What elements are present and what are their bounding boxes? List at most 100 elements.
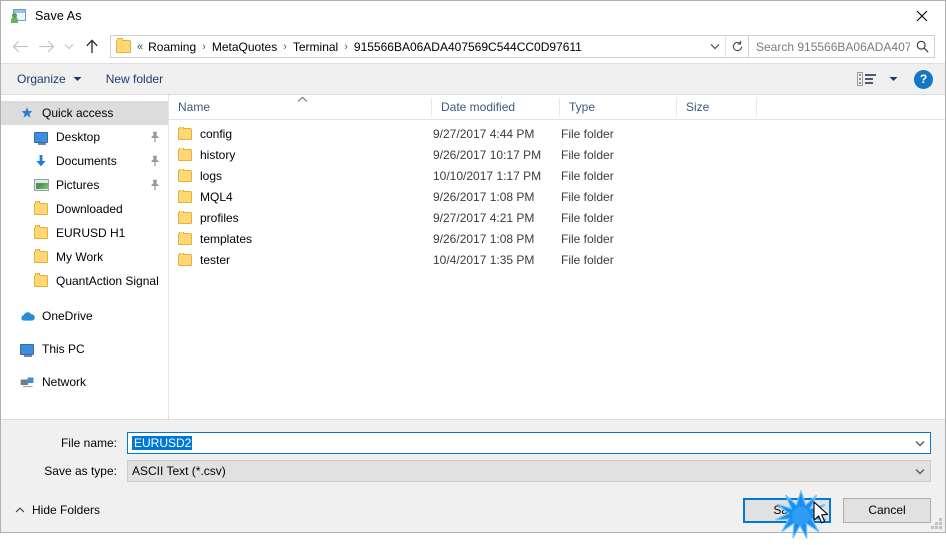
hide-folders-button[interactable]: Hide Folders: [15, 503, 100, 517]
save-as-dialog: Save As « Roaming › MetaQuotes › Termina…: [0, 0, 946, 539]
chevron-down-icon[interactable]: [910, 440, 930, 447]
column-header-label: Name: [178, 100, 211, 114]
save-as-type-label: Save as type:: [44, 464, 117, 478]
file-name-label: logs: [200, 168, 223, 183]
table-row[interactable]: profiles 9/27/2017 4:21 PM File folder: [169, 207, 945, 228]
resize-grip-icon[interactable]: [930, 517, 942, 529]
sidebar-item-documents[interactable]: Documents: [1, 149, 168, 173]
search-icon[interactable]: [910, 40, 934, 53]
close-icon[interactable]: [899, 1, 945, 30]
file-name-value-wrap: EURUSD2: [128, 436, 910, 450]
file-type-cell: File folder: [561, 231, 614, 246]
file-name-cell: MQL4: [169, 189, 432, 204]
breadcrumb-item-1[interactable]: MetaQuotes: [210, 40, 279, 54]
table-row[interactable]: templates 9/26/2017 1:08 PM File folder: [169, 228, 945, 249]
sidebar-item-network[interactable]: Network: [1, 370, 168, 394]
pin-icon[interactable]: [150, 131, 160, 143]
column-header-type[interactable]: Type: [560, 98, 677, 116]
sidebar-item-label: Downloaded: [56, 202, 123, 216]
breadcrumb-item-2[interactable]: Terminal: [291, 40, 340, 54]
breadcrumb-item-0[interactable]: Roaming: [146, 40, 198, 54]
sidebar-item-label: This PC: [42, 342, 85, 356]
recent-locations-chevron-down-icon[interactable]: [59, 34, 79, 60]
breadcrumb-overflow[interactable]: «: [136, 41, 146, 53]
save-label: Save: [773, 503, 801, 517]
save-as-type-select[interactable]: ASCII Text (*.csv): [127, 460, 931, 482]
command-toolbar: Organize New folder ?: [1, 63, 945, 95]
sidebar-item-quick-access[interactable]: Quick access: [1, 101, 168, 125]
sidebar-item-pictures[interactable]: Pictures: [1, 173, 168, 197]
back-arrow-icon[interactable]: [7, 34, 33, 60]
network-icon: [19, 374, 35, 390]
sidebar-item-quantaction-signal[interactable]: QuantAction Signal: [1, 269, 168, 293]
file-name-label: history: [200, 147, 236, 162]
file-name-cell: config: [169, 126, 432, 141]
breadcrumb-separator[interactable]: ›: [198, 41, 210, 53]
forward-arrow-icon[interactable]: [33, 34, 59, 60]
sidebar-item-label: Quick access: [42, 106, 114, 120]
file-name-label: config: [200, 126, 233, 141]
file-name-row: File name: EURUSD2: [15, 432, 931, 454]
file-list-pane: Name Date modified Type Size config 9/27…: [169, 95, 945, 419]
folder-icon: [178, 252, 192, 266]
dialog-body: Quick access Desktop Documents Pictures …: [1, 95, 945, 419]
folder-icon: [178, 231, 192, 245]
breadcrumb-item-3[interactable]: 915566BA06ADA407569C544CC0D97611: [352, 40, 584, 54]
file-date-cell: 9/26/2017 1:08 PM: [433, 231, 535, 246]
sidebar-item-label: Pictures: [56, 178, 100, 192]
table-row[interactable]: MQL4 9/26/2017 1:08 PM File folder: [169, 186, 945, 207]
save-as-type-row: Save as type: ASCII Text (*.csv): [15, 460, 931, 482]
new-folder-label: New folder: [105, 72, 164, 86]
refresh-icon[interactable]: [725, 36, 748, 57]
column-header-size[interactable]: Size: [677, 98, 757, 116]
cloud-icon: [19, 308, 35, 324]
file-name-cell: templates: [169, 231, 432, 246]
up-arrow-icon[interactable]: [79, 34, 105, 60]
desktop-monitor-icon: [33, 129, 49, 145]
sidebar-item-eurusd-h1[interactable]: EURUSD H1: [1, 221, 168, 245]
view-options-icon: [857, 72, 876, 86]
table-row[interactable]: tester 10/4/2017 1:35 PM File folder: [169, 249, 945, 270]
file-name-cell: tester: [169, 252, 432, 267]
search-input[interactable]: Search 915566BA06ADA40756...: [749, 35, 935, 58]
search-placeholder: Search 915566BA06ADA40756...: [756, 39, 910, 54]
table-row[interactable]: config 9/27/2017 4:44 PM File folder: [169, 123, 945, 144]
this-pc-icon: [19, 341, 35, 357]
sidebar-item-label: Desktop: [56, 130, 101, 144]
column-header-name[interactable]: Name: [169, 96, 432, 116]
address-chevron-down-icon[interactable]: [705, 36, 725, 57]
save-button[interactable]: Save: [743, 497, 831, 523]
organize-button[interactable]: Organize: [17, 72, 82, 86]
breadcrumb-separator[interactable]: ›: [340, 41, 352, 53]
sidebar-item-downloaded[interactable]: Downloaded: [1, 197, 168, 221]
caret-down-icon: [889, 76, 898, 82]
help-icon[interactable]: ?: [914, 69, 933, 89]
pin-icon[interactable]: [150, 179, 160, 191]
pin-icon[interactable]: [150, 155, 160, 167]
new-folder-button[interactable]: New folder: [106, 72, 163, 86]
title-bar: Save As: [1, 1, 945, 30]
sidebar-item-desktop[interactable]: Desktop: [1, 125, 168, 149]
column-header-label: Type: [569, 100, 596, 114]
sidebar-item-onedrive[interactable]: OneDrive: [1, 304, 168, 328]
view-options-button[interactable]: [857, 72, 898, 86]
breadcrumb-separator[interactable]: ›: [279, 41, 291, 53]
sidebar-item-my-work[interactable]: My Work: [1, 245, 168, 269]
file-date-cell: 10/10/2017 1:17 PM: [433, 168, 542, 183]
table-row[interactable]: history 9/26/2017 10:17 PM File folder: [169, 144, 945, 165]
sidebar-item-this-pc[interactable]: This PC: [1, 337, 168, 361]
cancel-button[interactable]: Cancel: [843, 497, 931, 523]
folder-icon: [33, 201, 49, 217]
chevron-down-icon[interactable]: [910, 468, 930, 475]
save-as-type-value: ASCII Text (*.csv): [132, 464, 226, 478]
file-date-cell: 9/27/2017 4:44 PM: [433, 126, 535, 141]
table-row[interactable]: logs 10/10/2017 1:17 PM File folder: [169, 165, 945, 186]
file-type-cell: File folder: [561, 126, 614, 141]
dialog-footer: Hide Folders Save Cancel: [1, 488, 945, 532]
column-header-date-modified[interactable]: Date modified: [432, 98, 560, 116]
file-date-cell: 9/27/2017 4:21 PM: [433, 210, 535, 225]
folder-icon: [178, 126, 192, 140]
file-name-input[interactable]: EURUSD2: [127, 432, 931, 454]
address-bar[interactable]: « Roaming › MetaQuotes › Terminal › 9155…: [110, 35, 749, 58]
sort-ascending-icon: [297, 92, 308, 106]
